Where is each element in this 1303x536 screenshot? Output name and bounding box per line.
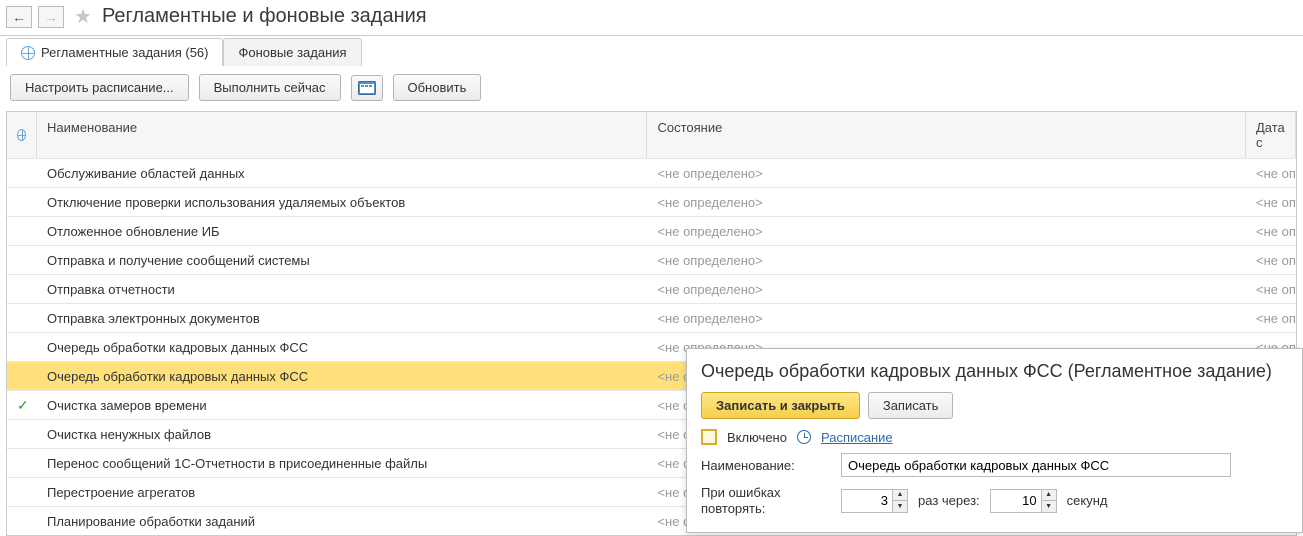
enabled-checkbox[interactable] — [701, 429, 717, 445]
table-row[interactable]: Отправка электронных документов<не опред… — [7, 303, 1296, 332]
calendar-icon — [358, 81, 376, 95]
name-cell: Очередь обработки кадровых данных ФСС — [37, 340, 648, 355]
table-row[interactable]: Отправка отчетности<не определено><не оп — [7, 274, 1296, 303]
column-state[interactable]: Состояние — [647, 112, 1246, 158]
tab-label: Фоновые задания — [238, 45, 346, 60]
retry-delay-spinner[interactable]: ▲▼ — [990, 489, 1057, 513]
tab-background[interactable]: Фоновые задания — [223, 38, 361, 66]
topbar: ← → ★ Регламентные и фоновые задания — [0, 0, 1303, 36]
name-label: Наименование: — [701, 458, 831, 473]
name-cell: Отправка отчетности — [37, 282, 648, 297]
enabled-row: Включено Расписание — [701, 429, 1288, 445]
column-name[interactable]: Наименование — [37, 112, 647, 158]
name-row: Наименование: — [701, 453, 1288, 477]
calendar-icon-button[interactable] — [351, 75, 383, 101]
table-header: Наименование Состояние Дата с — [7, 112, 1296, 158]
table-row[interactable]: Отключение проверки использования удаляе… — [7, 187, 1296, 216]
toolbar: Настроить расписание... Выполнить сейчас… — [0, 66, 1303, 111]
name-cell: Обслуживание областей данных — [37, 166, 648, 181]
spinner-up-icon[interactable]: ▲ — [893, 490, 907, 501]
check-icon: ✓ — [17, 397, 29, 413]
name-cell: Отправка и получение сообщений системы — [37, 253, 648, 268]
date-cell: <не оп — [1246, 311, 1296, 326]
name-cell: Перестроение агрегатов — [37, 485, 648, 500]
date-cell: <не оп — [1246, 224, 1296, 239]
table-row[interactable]: Обслуживание областей данных<не определе… — [7, 158, 1296, 187]
date-cell: <не оп — [1246, 195, 1296, 210]
star-icon[interactable]: ★ — [74, 4, 92, 29]
schedule-link[interactable]: Расписание — [821, 430, 893, 445]
state-cell: <не определено> — [647, 166, 1246, 181]
tabs: Регламентные задания (56) Фоновые задани… — [0, 36, 1303, 66]
retry-count-spinner[interactable]: ▲▼ — [841, 489, 908, 513]
spinner-down-icon[interactable]: ▼ — [893, 501, 907, 512]
date-cell: <не оп — [1246, 166, 1296, 181]
retry-row: При ошибках повторять: ▲▼ раз через: ▲▼ … — [701, 485, 1288, 516]
retry-count-input[interactable] — [841, 489, 893, 513]
state-cell: <не определено> — [647, 224, 1246, 239]
configure-schedule-button[interactable]: Настроить расписание... — [10, 74, 189, 101]
seconds-label: секунд — [1067, 493, 1108, 508]
name-cell: Очистка замеров времени — [37, 398, 648, 413]
spinner-up-icon[interactable]: ▲ — [1042, 490, 1056, 501]
edit-panel: Очередь обработки кадровых данных ФСС (Р… — [686, 348, 1303, 533]
retry-delay-input[interactable] — [990, 489, 1042, 513]
globe-icon — [17, 129, 26, 141]
enabled-label: Включено — [727, 430, 787, 445]
globe-icon — [21, 46, 35, 60]
times-after-label: раз через: — [918, 493, 980, 508]
date-cell: <не оп — [1246, 282, 1296, 297]
name-cell: Перенос сообщений 1С-Отчетности в присое… — [37, 456, 648, 471]
state-cell: <не определено> — [647, 253, 1246, 268]
name-cell: Очередь обработки кадровых данных ФСС — [37, 369, 648, 384]
state-cell: <не определено> — [647, 311, 1246, 326]
table-row[interactable]: Отправка и получение сообщений системы<н… — [7, 245, 1296, 274]
run-now-button[interactable]: Выполнить сейчас — [199, 74, 341, 101]
page-title: Регламентные и фоновые задания — [102, 5, 427, 28]
name-cell: Планирование обработки заданий — [37, 514, 648, 529]
clock-icon — [797, 430, 811, 444]
refresh-button[interactable]: Обновить — [393, 74, 482, 101]
date-cell: <не оп — [1246, 253, 1296, 268]
spinner-down-icon[interactable]: ▼ — [1042, 501, 1056, 512]
name-cell: Отложенное обновление ИБ — [37, 224, 648, 239]
nav-forward-button[interactable]: → — [38, 6, 64, 28]
name-cell: Отправка электронных документов — [37, 311, 648, 326]
tab-scheduled[interactable]: Регламентные задания (56) — [6, 38, 223, 66]
retry-label: При ошибках повторять: — [701, 485, 831, 516]
panel-title: Очередь обработки кадровых данных ФСС (Р… — [701, 361, 1288, 382]
table-row[interactable]: Отложенное обновление ИБ<не определено><… — [7, 216, 1296, 245]
status-cell: ✓ — [7, 397, 37, 414]
state-cell: <не определено> — [647, 195, 1246, 210]
save-button[interactable]: Записать — [868, 392, 954, 419]
column-date[interactable]: Дата с — [1246, 112, 1296, 158]
name-cell: Очистка ненужных файлов — [37, 427, 648, 442]
nav-back-button[interactable]: ← — [6, 6, 32, 28]
tab-label: Регламентные задания (56) — [41, 45, 208, 60]
name-cell: Отключение проверки использования удаляе… — [37, 195, 648, 210]
save-close-button[interactable]: Записать и закрыть — [701, 392, 860, 419]
name-input[interactable] — [841, 453, 1231, 477]
column-status[interactable] — [7, 112, 37, 158]
panel-toolbar: Записать и закрыть Записать — [701, 392, 1288, 419]
state-cell: <не определено> — [647, 282, 1246, 297]
